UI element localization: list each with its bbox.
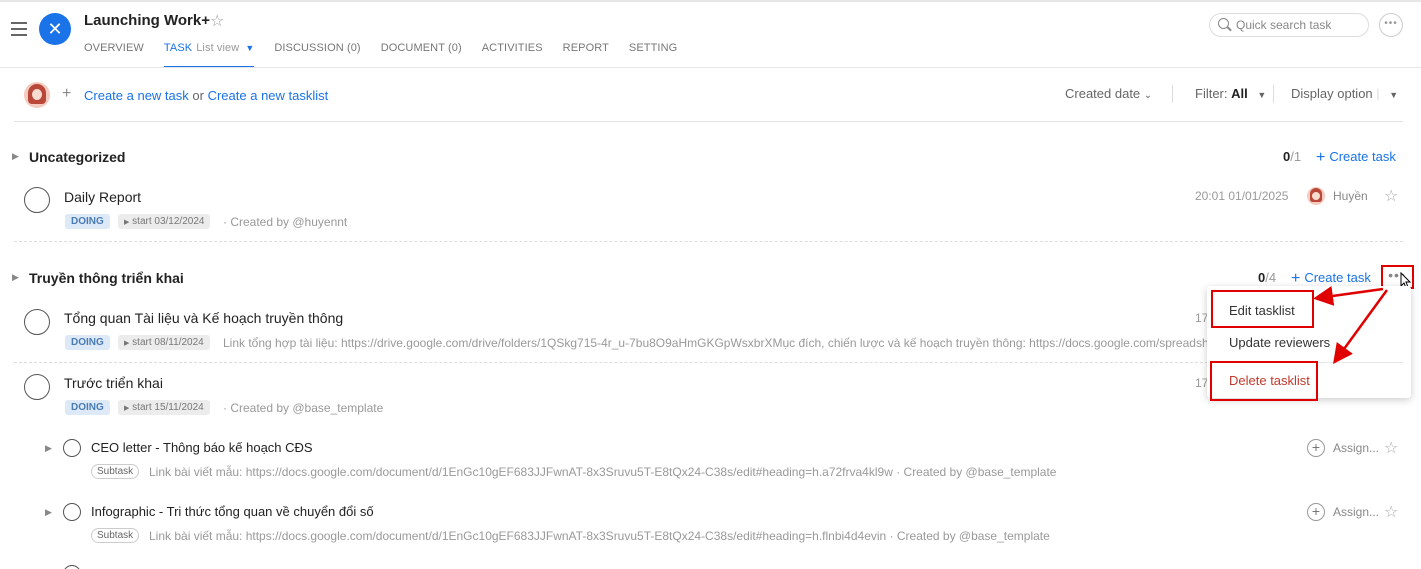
task-date: 20:01 01/01/2025: [1195, 189, 1289, 203]
star-icon[interactable]: ☆: [1384, 186, 1398, 206]
or-text: or: [192, 88, 204, 103]
tab-discussion[interactable]: DISCUSSION (0): [274, 42, 360, 68]
section-divider: [14, 121, 1403, 122]
assignee-avatar: [1307, 187, 1325, 205]
create-task-link[interactable]: Create a new task: [84, 88, 189, 103]
group-title: Uncategorized: [29, 149, 126, 165]
task-meta: · Created by @huyennt: [223, 215, 348, 229]
filter-label: Filter:: [1195, 86, 1228, 101]
create-task-label: Create task: [1329, 149, 1396, 164]
filter-dropdown[interactable]: Filter: All ▼: [1195, 86, 1266, 101]
subtask-badge: Subtask: [91, 464, 140, 479]
display-option-dropdown[interactable]: Display option | ▼: [1291, 86, 1398, 101]
tab-report[interactable]: REPORT: [563, 42, 609, 68]
assignee-name[interactable]: Huyền: [1333, 189, 1368, 203]
header-divider: [0, 67, 1421, 68]
tab-bar: OVERVIEW TASK List view ▼ DISCUSSION (0) D…: [84, 42, 697, 68]
task-meta: Link tổng hợp tài liệu: https://drive.go…: [223, 336, 1207, 350]
assign-label[interactable]: Assign...: [1333, 505, 1379, 519]
arrow-to-edit: [1313, 286, 1384, 306]
task-checkbox[interactable]: [24, 309, 50, 335]
subtask-checkbox[interactable]: [63, 439, 81, 457]
annotation-arrows: [1313, 286, 1389, 365]
tab-document[interactable]: DOCUMENT (0): [381, 42, 462, 68]
subtask-meta: Link bài viết mẫu: https://docs.google.c…: [149, 465, 1057, 479]
display-option-label: Display option: [1291, 86, 1373, 101]
chevron-down-icon: ⌄: [1143, 90, 1153, 101]
project-title: Launching Work+: [84, 12, 210, 29]
star-icon[interactable]: ☆: [1384, 502, 1398, 522]
divider: [1273, 85, 1274, 103]
task-checkbox[interactable]: [24, 374, 50, 400]
start-date-badge: ▶ start 03/12/2024: [118, 214, 211, 229]
task-title[interactable]: Tổng quan Tài liệu và Kế hoạch truyền th…: [64, 310, 343, 326]
start-date-badge: ▶ start 15/11/2024: [118, 400, 210, 415]
chevron-down-icon[interactable]: ▼: [245, 43, 254, 53]
status-badge: DOING: [65, 400, 110, 415]
task-title[interactable]: Daily Report: [64, 189, 141, 205]
task-meta: · Created by @base_template: [223, 401, 384, 415]
sort-label: Created date: [1065, 86, 1141, 101]
subtask-checkbox[interactable]: [63, 565, 81, 569]
search-icon: [1218, 18, 1229, 29]
tab-setting[interactable]: SETTING: [629, 42, 677, 68]
status-badge: DOING: [65, 214, 110, 229]
assign-user-icon[interactable]: +: [1307, 439, 1325, 457]
tab-task-view: List view: [196, 42, 240, 54]
caret-down-icon: ▼: [1389, 90, 1399, 100]
tab-task-label: TASK: [163, 42, 193, 54]
assign-user-icon[interactable]: +: [1307, 503, 1325, 521]
star-icon[interactable]: ☆: [1384, 438, 1398, 458]
create-row: Create a new task or Create a new taskli…: [84, 88, 328, 103]
group-title: Truyền thông triển khai: [29, 270, 184, 286]
tab-overview[interactable]: OVERVIEW: [84, 42, 144, 68]
task-checkbox[interactable]: [24, 187, 50, 213]
tab-task[interactable]: TASK List view ▼: [163, 42, 255, 68]
divider: [1172, 85, 1173, 103]
start-date-badge: ▶ start 08/11/2024: [118, 335, 210, 350]
task-title[interactable]: Trước triển khai: [64, 375, 163, 391]
row-divider: [14, 362, 1403, 363]
subtask-badge: Subtask: [91, 528, 140, 543]
favorite-star-icon[interactable]: ☆: [210, 11, 224, 31]
project-logo-icon: ✕: [39, 13, 71, 45]
status-badge: DOING: [65, 335, 110, 350]
caret-down-icon: ▼: [1257, 90, 1267, 100]
plus-icon: +: [62, 85, 72, 102]
tab-activities[interactable]: ACTIVITIES: [482, 42, 543, 68]
expand-triangle-icon[interactable]: ▶: [45, 443, 52, 454]
menu-icon[interactable]: [11, 22, 27, 36]
expand-triangle-icon[interactable]: ▶: [12, 151, 19, 162]
group-count: 0/1: [1283, 149, 1302, 164]
more-options-icon[interactable]: •••: [1379, 13, 1403, 37]
plus-icon: +: [1316, 149, 1326, 166]
top-border: [0, 0, 1421, 2]
search-input[interactable]: Quick search task: [1209, 13, 1369, 37]
arrow-to-delete: [1333, 289, 1389, 365]
expand-triangle-icon[interactable]: ▶: [45, 507, 52, 518]
subtask-title[interactable]: Infographic - Tri thức tổng quan về chuy…: [91, 504, 374, 519]
subtask-title[interactable]: CEO letter - Thông báo kế hoạch CĐS: [91, 440, 313, 455]
row-divider: [14, 241, 1403, 242]
assign-label[interactable]: Assign...: [1333, 441, 1379, 455]
filter-value: All: [1231, 86, 1248, 101]
search-placeholder: Quick search task: [1236, 18, 1332, 32]
create-task-button[interactable]: + Create task: [1316, 149, 1396, 167]
sort-dropdown[interactable]: Created date ⌄: [1065, 86, 1152, 101]
subtask-meta: Link bài viết mẫu: https://docs.google.c…: [149, 529, 1050, 543]
subtask-checkbox[interactable]: [63, 503, 81, 521]
create-tasklist-link[interactable]: Create a new tasklist: [208, 88, 329, 103]
avatar: [24, 82, 50, 108]
expand-triangle-icon[interactable]: ▶: [12, 272, 19, 283]
